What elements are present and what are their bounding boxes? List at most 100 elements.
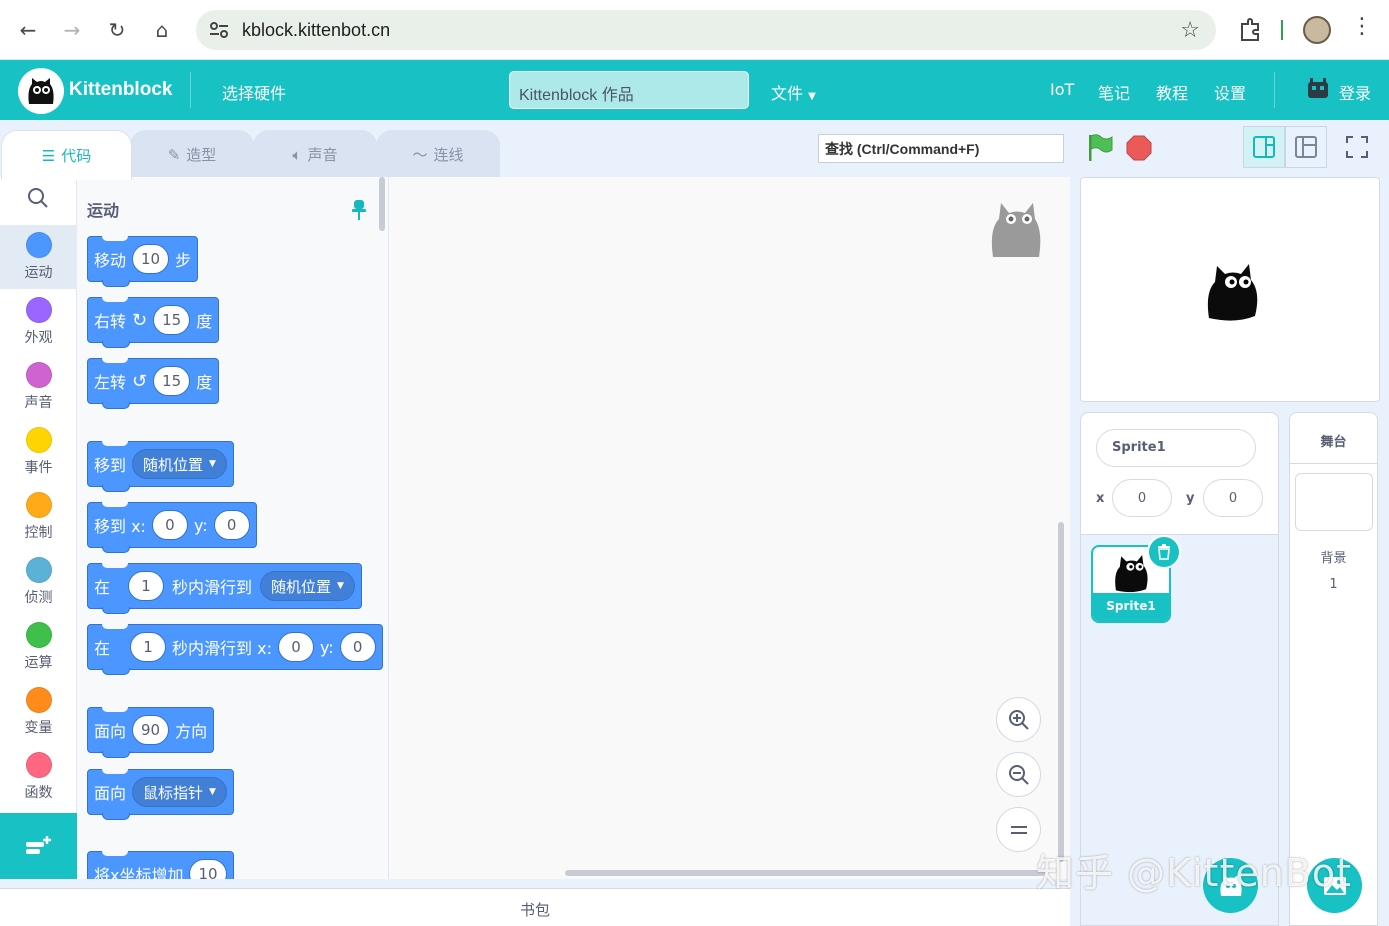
extensions-icon[interactable] xyxy=(1236,16,1264,44)
category-dot xyxy=(25,427,52,453)
tab-wiring[interactable]: 〜 连线 xyxy=(376,130,500,178)
backpack-label: 书包 xyxy=(519,901,550,919)
header-divider xyxy=(1274,72,1275,108)
block-number-input[interactable]: 10 xyxy=(189,859,227,879)
stop-sign-icon[interactable] xyxy=(1126,135,1152,161)
browser-toolbar: ← → ↻ ⌂ kblock.kittenbot.cn ☆ ⋮ xyxy=(0,0,1389,60)
block-text: 在 xyxy=(94,639,111,658)
login-button[interactable]: 登录 xyxy=(1339,80,1371,104)
project-title-input[interactable]: Kittenblock 作品 xyxy=(509,71,749,109)
green-flag-icon[interactable] xyxy=(1086,133,1114,163)
category-functions[interactable]: 函数 xyxy=(0,745,77,809)
zoom-in-button[interactable] xyxy=(996,697,1041,742)
block-goto-xy[interactable]: 移到 x: 0 y: 0 xyxy=(87,502,257,553)
category-label: 侦测 xyxy=(24,590,53,606)
back-icon[interactable]: ← xyxy=(12,14,44,46)
category-sound[interactable]: 声音 xyxy=(0,355,77,419)
large-stage-button[interactable] xyxy=(1285,126,1327,168)
block-dropdown[interactable]: 随机位置 ▼ xyxy=(260,571,355,601)
sprite-x-input[interactable]: 0 xyxy=(1112,479,1172,517)
block-turn-left[interactable]: 左转 ↺ 15 度 xyxy=(87,358,220,409)
block-number-input[interactable]: 0 xyxy=(339,632,376,662)
url-text[interactable]: kblock.kittenbot.cn xyxy=(242,20,390,41)
backpack[interactable]: 书包 xyxy=(0,888,1070,926)
category-motion[interactable]: 运动 xyxy=(0,225,77,289)
block-text: y: xyxy=(193,515,208,535)
zoom-out-button[interactable] xyxy=(996,752,1041,797)
block-goto[interactable]: 移到 随机位置 ▼ xyxy=(87,441,234,492)
rotate-counterclockwise-icon: ↺ xyxy=(132,370,148,392)
block-number-input[interactable]: 90 xyxy=(132,715,170,745)
app-name[interactable]: Kittenblock xyxy=(69,79,172,101)
block-point-towards[interactable]: 面向 鼠标指针 ▼ xyxy=(87,769,234,820)
tab-sounds[interactable]: 🔈︎ 声音 xyxy=(253,130,377,178)
x-label: x xyxy=(1096,491,1105,506)
caret-down-icon: ▼ xyxy=(337,581,344,591)
block-glide-xy[interactable]: 在 1 秒内滑行到 x: 0 y: 0 xyxy=(87,624,383,675)
tab-code[interactable]: ☰ 代码 xyxy=(1,130,132,180)
robot-avatar-icon[interactable] xyxy=(1305,76,1331,102)
select-hardware-button[interactable]: 选择硬件 xyxy=(222,80,286,104)
block-number-input[interactable]: 10 xyxy=(132,244,170,274)
block-glide[interactable]: 在 1 秒内滑行到 随机位置 ▼ xyxy=(87,563,362,614)
tab-costumes-label: 造型 xyxy=(186,146,217,164)
block-point-direction[interactable]: 面向 90 方向 xyxy=(87,707,215,758)
block-number-input[interactable]: 0 xyxy=(151,510,188,540)
block-move-steps[interactable]: 移动 10 步 xyxy=(87,236,199,287)
block-dropdown[interactable]: 随机位置 ▼ xyxy=(132,449,227,479)
code-icon: ☰ xyxy=(41,146,56,165)
block-dropdown[interactable]: 鼠标指针 ▼ xyxy=(132,777,227,807)
delete-sprite-button[interactable] xyxy=(1147,535,1181,569)
small-stage-button[interactable] xyxy=(1243,126,1285,168)
stage-canvas[interactable] xyxy=(1080,177,1380,402)
category-dot xyxy=(25,622,52,648)
code-workspace[interactable] xyxy=(389,177,1070,879)
category-looks[interactable]: 外观 xyxy=(0,290,77,354)
block-change-x[interactable]: 将x坐标增加 10 xyxy=(87,851,234,879)
category-sensing[interactable]: 侦测 xyxy=(0,550,77,614)
zoom-reset-button[interactable] xyxy=(996,807,1041,852)
kittenblock-logo-icon[interactable] xyxy=(18,68,64,114)
pin-icon[interactable] xyxy=(351,199,367,221)
tab-code-label: 代码 xyxy=(61,147,92,165)
category-events[interactable]: 事件 xyxy=(0,420,77,484)
menu-tutorials[interactable]: 教程 xyxy=(1156,80,1188,104)
address-bar[interactable]: kblock.kittenbot.cn ☆ xyxy=(196,10,1216,50)
browser-menu-icon[interactable]: ⋮ xyxy=(1351,14,1373,39)
workspace-horizontal-scrollbar[interactable] xyxy=(565,870,1045,876)
site-info-icon[interactable] xyxy=(208,20,230,40)
category-operators[interactable]: 运算 xyxy=(0,615,77,679)
reload-icon[interactable]: ↻ xyxy=(101,14,133,46)
block-turn-right[interactable]: 右转 ↻ 15 度 xyxy=(87,297,220,348)
block-number-input[interactable]: 1 xyxy=(128,571,165,601)
sprite-cat-icon[interactable] xyxy=(1205,258,1259,322)
category-menu: 运动 外观 声音 事件 控制 侦测 运算 变量 函数 xyxy=(0,177,77,879)
bookmark-star-icon[interactable]: ☆ xyxy=(1180,18,1200,43)
category-variables[interactable]: 变量 xyxy=(0,680,77,744)
add-extension-button[interactable] xyxy=(0,813,77,879)
search-icon[interactable] xyxy=(27,187,49,209)
backdrop-thumbnail[interactable] xyxy=(1295,473,1373,531)
category-control[interactable]: 控制 xyxy=(0,485,77,549)
home-icon[interactable]: ⌂ xyxy=(146,14,178,46)
menu-settings[interactable]: 设置 xyxy=(1214,80,1246,104)
block-number-input[interactable]: 15 xyxy=(153,305,191,335)
block-text: 将x坐标增加 xyxy=(94,866,184,879)
profile-avatar[interactable] xyxy=(1303,16,1331,44)
menu-iot[interactable]: IoT xyxy=(1050,80,1074,99)
menu-notes[interactable]: 笔记 xyxy=(1098,80,1130,104)
block-number-input[interactable]: 0 xyxy=(277,632,314,662)
tab-costumes[interactable]: ✎ 造型 xyxy=(130,130,254,178)
block-search-input[interactable]: 查找 (Ctrl/Command+F) xyxy=(818,134,1064,163)
block-number-input[interactable]: 0 xyxy=(213,510,250,540)
fullscreen-button[interactable] xyxy=(1336,126,1378,168)
sprite-name-input[interactable]: Sprite1 xyxy=(1096,429,1256,467)
palette-scrollbar[interactable] xyxy=(379,177,385,231)
forward-icon[interactable]: → xyxy=(56,14,88,46)
sprite-y-input[interactable]: 0 xyxy=(1203,479,1263,517)
workspace-vertical-scrollbar[interactable] xyxy=(1058,522,1064,862)
rotate-clockwise-icon: ↻ xyxy=(132,309,148,331)
file-menu[interactable]: 文件 ▼ xyxy=(771,80,816,104)
block-number-input[interactable]: 15 xyxy=(153,366,191,396)
block-number-input[interactable]: 1 xyxy=(130,632,167,662)
